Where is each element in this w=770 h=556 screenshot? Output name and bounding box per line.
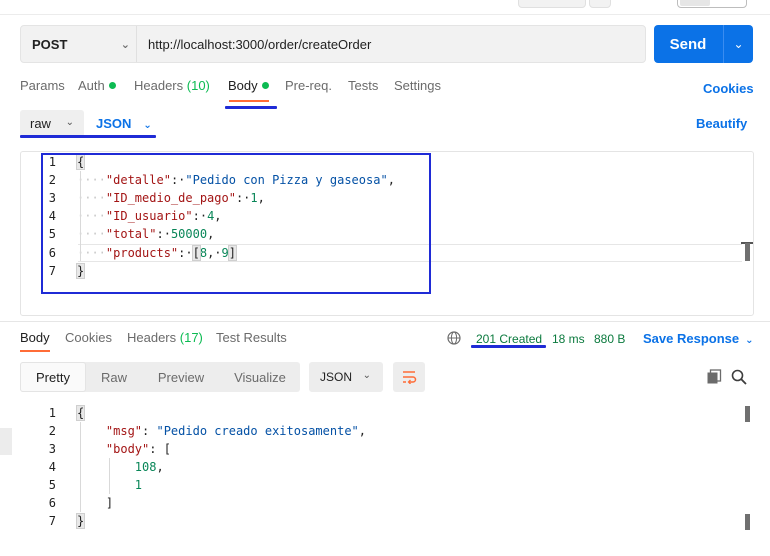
indent-guide bbox=[80, 171, 81, 261]
response-size[interactable]: 880 B bbox=[594, 332, 625, 346]
divider bbox=[0, 321, 770, 322]
line-number: 6 bbox=[48, 496, 56, 510]
body-mode-select[interactable]: raw ⌄ bbox=[20, 110, 84, 137]
tab-test-results[interactable]: Test Results bbox=[216, 330, 287, 352]
method-label: POST bbox=[32, 36, 68, 52]
copy-icon[interactable] bbox=[706, 369, 722, 385]
tab-response-cookies[interactable]: Cookies bbox=[65, 330, 112, 352]
toolbar-button[interactable] bbox=[518, 0, 586, 8]
tab-settings[interactable]: Settings bbox=[394, 78, 441, 100]
globe-icon[interactable] bbox=[447, 331, 461, 345]
wrap-icon bbox=[403, 371, 417, 384]
toolbar-button[interactable] bbox=[589, 0, 611, 8]
code-line: ] bbox=[105, 496, 114, 510]
annotation-underline bbox=[471, 345, 546, 348]
line-number: 3 bbox=[48, 191, 56, 205]
view-mode-pretty[interactable]: Pretty bbox=[20, 362, 86, 392]
code-line: } bbox=[75, 513, 86, 529]
chevron-down-icon: ⌄ bbox=[745, 335, 754, 346]
line-number: 3 bbox=[48, 442, 56, 456]
chevron-down-icon[interactable]: ⌄ bbox=[724, 25, 753, 63]
line-number: 6 bbox=[48, 246, 56, 260]
scrollbar-thumb[interactable] bbox=[745, 243, 750, 261]
scrollbar-thumb[interactable] bbox=[745, 514, 750, 530]
view-mode-raw[interactable]: Raw bbox=[86, 362, 142, 392]
code-line: ····"detalle":·"Pedido con Pizza y gaseo… bbox=[77, 173, 395, 187]
save-response-button[interactable]: Save Response ⌄ bbox=[643, 331, 754, 346]
tab-body[interactable]: Body bbox=[228, 78, 269, 100]
chevron-down-icon: ⌄ bbox=[120, 39, 130, 51]
indent-guide bbox=[109, 458, 110, 494]
panel-edge bbox=[0, 428, 12, 455]
line-number: 4 bbox=[48, 460, 56, 474]
active-tab-indicator bbox=[229, 100, 269, 102]
code-line: ····"ID_usuario":·4, bbox=[77, 209, 222, 223]
view-mode-switcher: Pretty Raw Preview Visualize bbox=[20, 362, 300, 392]
scrollbar-thumb[interactable] bbox=[745, 406, 750, 422]
code-line: } bbox=[75, 263, 86, 279]
code-line: 108, bbox=[134, 460, 164, 474]
divider bbox=[0, 14, 770, 15]
beautify-button[interactable]: Beautify bbox=[696, 116, 747, 131]
tab-auth[interactable]: Auth bbox=[78, 78, 116, 100]
line-number: 4 bbox=[48, 209, 56, 223]
response-format-label: JSON bbox=[320, 370, 353, 384]
line-number: 1 bbox=[48, 155, 56, 169]
code-line: "msg": "Pedido creado exitosamente", bbox=[105, 424, 367, 438]
search-icon[interactable] bbox=[731, 369, 747, 385]
code-line: { bbox=[75, 405, 86, 421]
status-dot-icon bbox=[108, 82, 116, 89]
tab-response-headers[interactable]: Headers (17) bbox=[127, 330, 203, 352]
method-select[interactable]: POST ⌄ bbox=[21, 26, 137, 62]
response-time[interactable]: 18 ms bbox=[552, 332, 585, 346]
body-format-label: JSON bbox=[96, 116, 132, 131]
status-dot-icon bbox=[261, 82, 269, 89]
tab-response-body[interactable]: Body bbox=[20, 330, 50, 352]
tab-headers[interactable]: Headers (10) bbox=[134, 78, 210, 100]
response-format-select[interactable]: JSON ⌄ bbox=[309, 362, 383, 392]
line-number: 5 bbox=[48, 478, 56, 492]
tab-params[interactable]: Params bbox=[20, 78, 65, 100]
response-tabs: Body Cookies Headers (17) Test Results bbox=[20, 330, 320, 354]
line-number: 2 bbox=[48, 424, 56, 438]
body-format-select[interactable]: JSON ⌄ bbox=[96, 116, 152, 131]
wrap-lines-button[interactable] bbox=[393, 362, 425, 392]
body-mode-label: raw bbox=[30, 116, 51, 131]
line-number: 2 bbox=[48, 173, 56, 187]
code-line: ····"products":·[8,·9] bbox=[77, 245, 238, 261]
status-code[interactable]: 201 Created bbox=[476, 332, 542, 346]
annotation-underline bbox=[20, 135, 156, 138]
toolbar-toggle[interactable] bbox=[677, 0, 747, 8]
view-mode-preview[interactable]: Preview bbox=[142, 362, 220, 392]
code-line: "body": [ bbox=[105, 442, 171, 456]
request-tabs: Params Auth Headers (10) Body Pre-req. T… bbox=[20, 78, 755, 104]
chevron-down-icon: ⌄ bbox=[65, 117, 74, 128]
indent-guide bbox=[80, 422, 81, 512]
tab-pre-request[interactable]: Pre-req. bbox=[285, 78, 332, 100]
chevron-down-icon: ⌄ bbox=[362, 370, 371, 381]
line-number: 7 bbox=[48, 264, 56, 278]
active-tab-indicator bbox=[20, 350, 50, 352]
line-number: 1 bbox=[48, 406, 56, 420]
annotation-underline bbox=[225, 106, 277, 109]
send-button[interactable]: Send ⌄ bbox=[654, 25, 753, 63]
code-line: ····"ID_medio_de_pago":·1, bbox=[77, 191, 265, 205]
code-line: { bbox=[75, 154, 86, 170]
line-number: 7 bbox=[48, 514, 56, 528]
code-line: ····"total":·50000, bbox=[77, 227, 215, 241]
chevron-down-icon: ⌄ bbox=[143, 120, 152, 131]
cookies-link[interactable]: Cookies bbox=[703, 81, 754, 96]
url-input[interactable] bbox=[138, 26, 644, 62]
request-url-bar: POST ⌄ bbox=[20, 25, 646, 63]
tab-tests[interactable]: Tests bbox=[348, 78, 378, 100]
view-mode-visualize[interactable]: Visualize bbox=[220, 362, 300, 392]
send-label: Send bbox=[669, 35, 707, 53]
top-toolbar bbox=[0, 0, 770, 14]
line-number: 5 bbox=[48, 227, 56, 241]
